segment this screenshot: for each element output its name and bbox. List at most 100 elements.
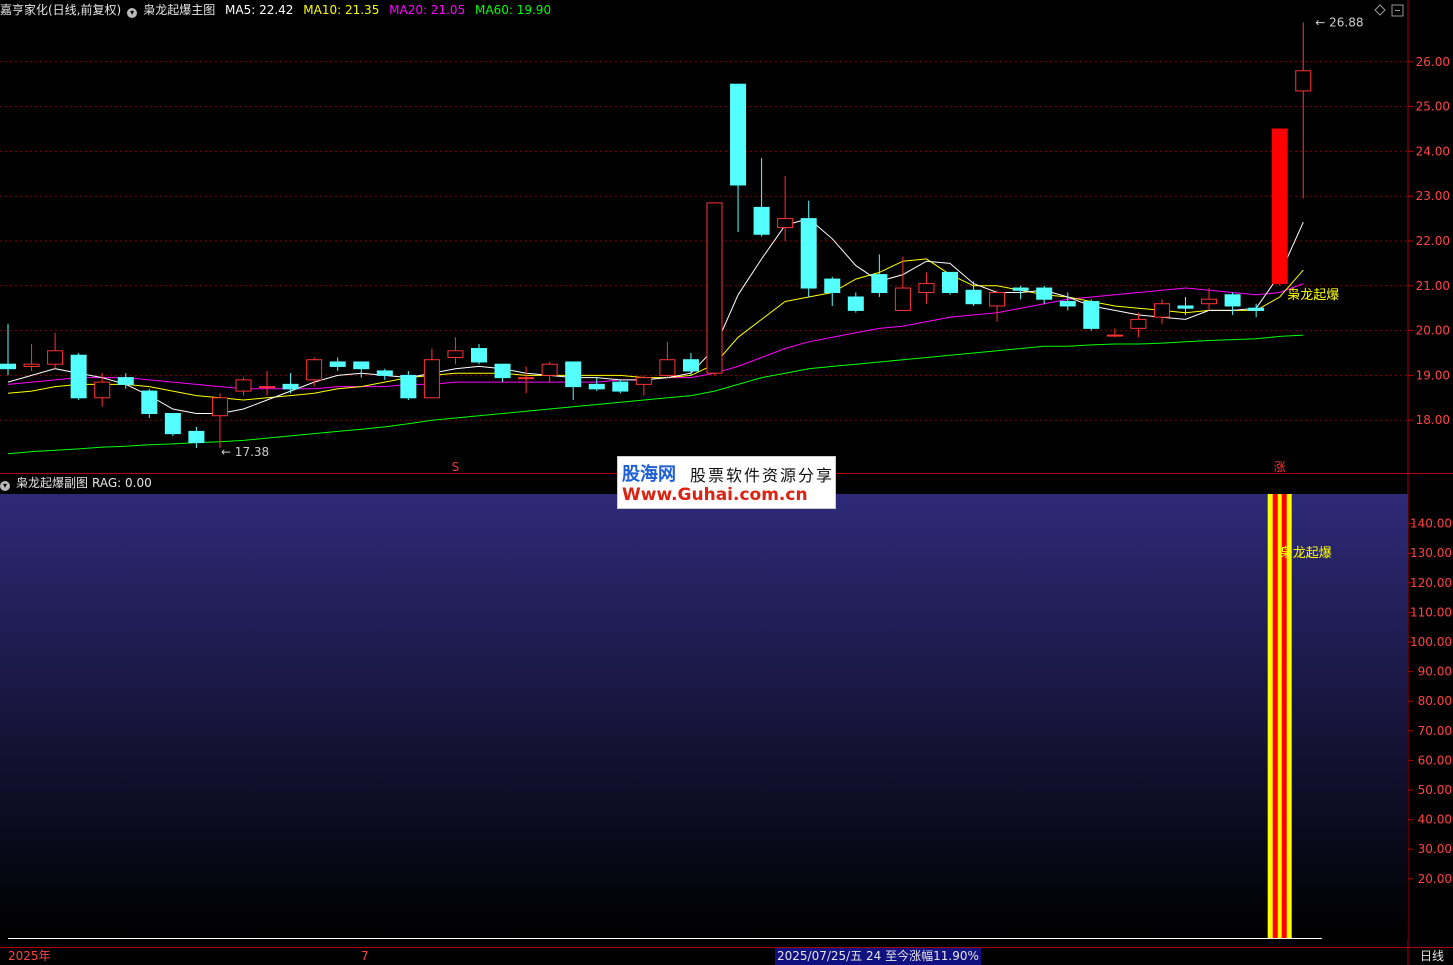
- candle-body: [777, 218, 794, 229]
- price-tick-label: 22.00: [1416, 234, 1450, 248]
- candle-body: [1271, 128, 1288, 285]
- sub-tick-label: 90.00: [1418, 665, 1452, 679]
- candle-body: [1130, 318, 1147, 329]
- up-candle: [706, 202, 723, 376]
- candle-body: [1224, 294, 1241, 307]
- watermark-url: Www.Guhai.com.cn: [622, 485, 808, 505]
- candle-body: [989, 292, 1006, 307]
- candle-body: [400, 374, 417, 399]
- candle-body: [706, 202, 723, 374]
- candle-body: [188, 430, 205, 444]
- sub-tick-label: 50.00: [1418, 783, 1452, 797]
- candle-body: [141, 390, 158, 414]
- sub-chart-header: ▾ 枭龙起爆副图 RAG: 0.00: [0, 474, 158, 492]
- main-chart-header: 嘉亨家化(日线,前复权) ▾ 枭龙起爆主图 MA5: 22.42 MA10: 21.…: [0, 1, 557, 19]
- candle-body: [894, 287, 911, 311]
- sub-tick-label: 100.00: [1410, 635, 1452, 649]
- candle-body: [635, 377, 652, 385]
- candle-body: [730, 83, 747, 186]
- candle-body: [753, 206, 770, 235]
- sub-tick-label: 70.00: [1418, 724, 1452, 738]
- status-info: 2025/07/25/五 24 至今涨幅11.90%: [775, 948, 981, 965]
- price-tick-label: 21.00: [1416, 279, 1450, 293]
- candle-body: [0, 363, 16, 370]
- candle-body: [847, 296, 864, 311]
- ma60-legend: MA60: 19.90: [475, 3, 552, 17]
- down-candle: [400, 370, 417, 401]
- down-candle: [1083, 299, 1100, 331]
- candle-body: [376, 370, 393, 376]
- high-price-label: ← 26.88: [1315, 15, 1363, 29]
- candle-body: [282, 383, 299, 390]
- down-candle: [612, 379, 629, 394]
- sub-signal-label: 枭龙起爆: [1280, 545, 1332, 561]
- sub-tick-label: 140.00: [1410, 517, 1452, 531]
- watermark-title: 股海网: [622, 464, 676, 485]
- candle-body: [612, 381, 629, 392]
- low-price-label: ← 17.38: [221, 445, 269, 459]
- up-candle: [1271, 128, 1288, 286]
- candle-body: [117, 377, 134, 385]
- down-candle: [164, 412, 181, 436]
- candle-body: [1248, 307, 1265, 311]
- period-tab[interactable]: 日线: [1420, 948, 1444, 965]
- candle-body: [871, 274, 888, 294]
- price-tick-label: 19.00: [1416, 368, 1450, 382]
- candle-body: [1106, 334, 1123, 337]
- candle-body: [329, 361, 346, 367]
- sub-tick-label: 110.00: [1410, 605, 1452, 619]
- main-indicator-name[interactable]: 枭龙起爆主图: [143, 3, 215, 17]
- s-marker: S: [452, 460, 460, 474]
- stock-name[interactable]: 嘉亨家化(日线,前复权): [0, 3, 121, 17]
- price-tick-label: 18.00: [1416, 413, 1450, 427]
- candle-body: [353, 361, 370, 370]
- sub-tick-label: 30.00: [1418, 842, 1452, 856]
- candle-body: [682, 359, 699, 372]
- down-candle: [141, 388, 158, 418]
- price-tick-label: 24.00: [1416, 144, 1450, 158]
- candle-body: [23, 363, 40, 367]
- candle-body: [211, 397, 228, 417]
- sub-tick-label: 120.00: [1410, 576, 1452, 590]
- ma5-legend: MA5: 22.42: [225, 3, 294, 17]
- sub-tick-label: 20.00: [1418, 872, 1452, 886]
- sub-tick-label: 40.00: [1418, 813, 1452, 827]
- candle-body: [423, 359, 440, 399]
- sub-indicator-name[interactable]: 枭龙起爆副图: [16, 476, 88, 490]
- candle-body: [164, 412, 181, 435]
- candle-body: [306, 359, 323, 381]
- watermark-logo: 股海网 股票软件资源分享 Www.Guhai.com.cn: [617, 456, 836, 509]
- sub-chart-background: [0, 494, 1408, 939]
- indicator-menu-icon[interactable]: ▾: [127, 8, 138, 18]
- price-tick-label: 26.00: [1416, 55, 1450, 69]
- candle-body: [471, 348, 487, 363]
- price-tick-label: 23.00: [1416, 189, 1450, 203]
- down-candle: [70, 353, 87, 401]
- candle-body: [447, 350, 464, 358]
- status-year: 2025年: [8, 949, 51, 963]
- candle-body: [918, 283, 935, 294]
- candle-body: [659, 359, 676, 376]
- candle-body: [965, 289, 982, 305]
- candle-body: [800, 218, 817, 289]
- price-tick-label: 25.00: [1416, 100, 1450, 114]
- candle-body: [565, 361, 582, 388]
- candle-body: [1083, 300, 1100, 329]
- candle-body: [541, 363, 558, 376]
- ma10-legend: MA10: 21.35: [303, 3, 380, 17]
- candle-body: [1295, 70, 1312, 92]
- sub-indicator-menu-icon[interactable]: ▾: [0, 481, 10, 491]
- candle-body: [494, 363, 511, 379]
- sub-tick-label: 60.00: [1418, 753, 1452, 767]
- status-month: 7: [361, 949, 369, 963]
- candle-body: [1201, 298, 1218, 305]
- candle-body: [518, 377, 535, 380]
- ma20-legend: MA20: 21.05: [389, 3, 466, 17]
- candle-body: [1177, 305, 1194, 309]
- candle-body: [94, 381, 111, 399]
- price-tick-label: 20.00: [1416, 324, 1450, 338]
- candle-body: [1153, 303, 1170, 318]
- candle-body: [70, 354, 87, 399]
- down-candle: [942, 271, 958, 295]
- zhang-marker: 涨: [1274, 459, 1286, 474]
